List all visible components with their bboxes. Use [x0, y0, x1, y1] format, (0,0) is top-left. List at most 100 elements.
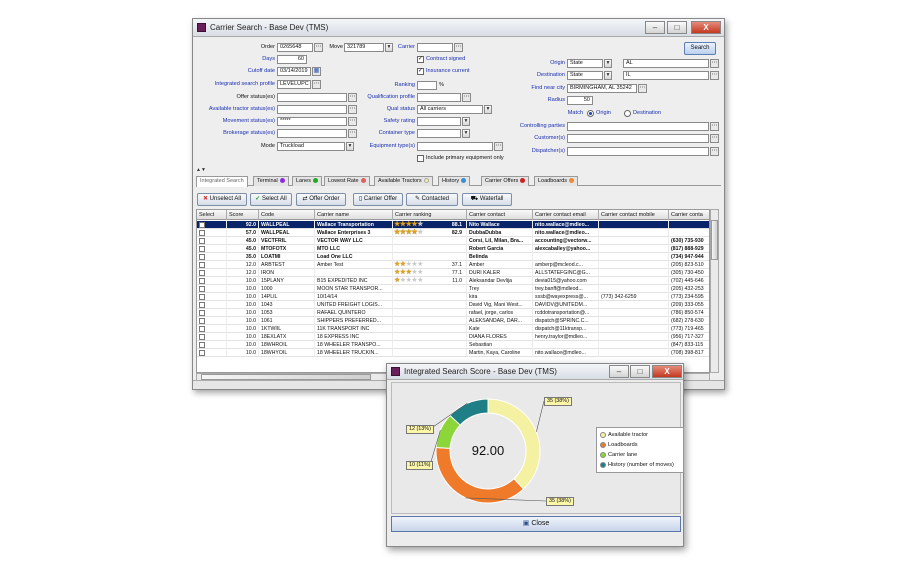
search-button[interactable]: Search [684, 42, 716, 55]
popup-minimize-button[interactable]: – [609, 365, 629, 378]
origin-type-chevron-down-icon[interactable]: ▼ [604, 59, 612, 68]
origin-picker-icon[interactable]: ⋯ [710, 59, 719, 68]
waterfall-button[interactable]: ⛟ Waterfall [462, 193, 512, 206]
profile-picker-icon[interactable]: ⋯ [312, 80, 321, 89]
match-origin-radio[interactable] [587, 110, 594, 117]
carrier-picker-icon[interactable]: ⋯ [454, 43, 463, 52]
close-window-button[interactable]: X [691, 21, 721, 34]
table-row[interactable]: 10.0 15PLANY B15 EXPEDITED INC ★★★★★ 11.0 Ale… [197, 277, 709, 285]
col-select[interactable]: Select [197, 210, 227, 220]
table-row[interactable]: 10.0 18WHYOIL 18 WHEELER TRUCKIN... Martin,… [197, 349, 709, 357]
row-select-checkbox[interactable] [199, 246, 205, 252]
tab-available-tractors[interactable]: Available Tractors [374, 176, 433, 186]
row-select-checkbox[interactable] [199, 334, 205, 340]
order-field[interactable]: 0265648 [277, 43, 313, 52]
table-row[interactable]: 45.0 MTOFOTX MTO LLC Robert Garcia alexcabal… [197, 245, 709, 253]
insurance-current-checkbox[interactable]: ✓ [417, 68, 424, 75]
row-select-checkbox[interactable] [199, 286, 205, 292]
cutoff-date-field[interactable]: 03/14/2019 [277, 67, 311, 76]
row-select-checkbox[interactable] [199, 350, 205, 356]
find-near-city-field[interactable]: BIRMINGHAM, AL 35242 [567, 84, 637, 93]
origin-type-select[interactable]: State [567, 59, 603, 68]
restore-button[interactable]: □ [667, 21, 687, 34]
grid-vertical-scrollbar[interactable] [710, 209, 719, 373]
table-row[interactable]: 12.0 ARBTEST Amber Test ★★★★★ 37.1 Amber amber… [197, 261, 709, 269]
table-row[interactable]: 57.0 WALLPEAL Wallace Enterprises 3 ★★★★★ 82… [197, 229, 709, 237]
row-select-checkbox[interactable] [199, 294, 205, 300]
qual-status-chevron-down-icon[interactable]: ▼ [484, 105, 492, 114]
row-select-checkbox[interactable] [199, 310, 205, 316]
customers-field[interactable] [567, 134, 709, 143]
tab-carrier-offers[interactable]: Carrier Offers [481, 176, 530, 186]
unselect-all-button[interactable]: ✕ Unselect All [197, 193, 247, 206]
dispatchers-field[interactable] [567, 147, 709, 156]
avail-tractor-field[interactable] [277, 105, 347, 114]
close-button[interactable]: ▣ Close [391, 516, 681, 532]
tab-terminal[interactable]: Terminal [253, 176, 289, 186]
row-select-checkbox[interactable] [199, 254, 205, 260]
col-contact-phone[interactable]: Carrier conta [669, 210, 709, 220]
days-field[interactable]: 60 [277, 55, 307, 64]
safety-rating-chevron-down-icon[interactable]: ▼ [462, 117, 470, 126]
customers-picker-icon[interactable]: ⋯ [710, 134, 719, 143]
row-select-checkbox[interactable] [199, 342, 205, 348]
safety-rating-select[interactable] [417, 117, 461, 126]
table-row[interactable]: 92.0 WALLPEAL Wallace Transportation ★★★★★ 8… [197, 221, 709, 229]
col-code[interactable]: Code [259, 210, 315, 220]
movement-status-field[interactable]: ***** [277, 117, 347, 126]
table-row[interactable]: 10.0 14PLIL 10/14/14 kira sssb@wayexpress@..… [197, 293, 709, 301]
find-near-city-picker-icon[interactable]: ⋯ [638, 84, 647, 93]
controlling-parties-field[interactable] [567, 122, 709, 131]
destination-picker-icon[interactable]: ⋯ [710, 71, 719, 80]
qual-profile-field[interactable] [417, 93, 461, 102]
container-type-chevron-down-icon[interactable]: ▼ [462, 129, 470, 138]
calendar-icon[interactable]: ▦ [312, 67, 321, 76]
container-type-select[interactable] [417, 129, 461, 138]
order-picker-icon[interactable]: ⋯ [314, 43, 323, 52]
col-score[interactable]: Score [227, 210, 259, 220]
row-select-checkbox[interactable] [199, 262, 205, 268]
table-row[interactable]: 10.0 1061 SHIPPERS PREFERRED... ALEKSANDAR,… [197, 317, 709, 325]
origin-field[interactable]: AL [623, 59, 709, 68]
controlling-parties-picker-icon[interactable]: ⋯ [710, 122, 719, 131]
row-select-checkbox[interactable] [199, 326, 205, 332]
table-row[interactable]: 45.0 VECTFRIL VECTOR WAY LLC Corsi, Lil, Mi… [197, 237, 709, 245]
popup-close-window-button[interactable]: X [652, 365, 682, 378]
contacted-button[interactable]: ✎ Contacted [406, 193, 458, 206]
col-carrier-name[interactable]: Carrier name [315, 210, 393, 220]
destination-field[interactable]: IL [623, 71, 709, 80]
primary-equipment-checkbox[interactable] [417, 155, 424, 162]
col-contact-email[interactable]: Carrier contact email [533, 210, 599, 220]
row-select-checkbox[interactable] [199, 302, 205, 308]
tab-lowest-rate[interactable]: Lowest Rate [324, 176, 370, 186]
table-row[interactable]: 10.0 1053 RAFAEL QUINTERO rafael, jorge, ca… [197, 309, 709, 317]
row-select-checkbox[interactable] [199, 318, 205, 324]
table-row[interactable]: 10.0 1KTWIIL 11K TRANSPORT INC Kate dispatch… [197, 325, 709, 333]
destination-type-select[interactable]: State [567, 71, 603, 80]
row-select-checkbox[interactable] [199, 238, 205, 244]
mode-select[interactable]: Truckload [277, 142, 345, 151]
col-carrier-contact[interactable]: Carrier contact [467, 210, 533, 220]
tab-loadboards[interactable]: Loadboards [534, 176, 579, 186]
tab-lanes[interactable]: Lanes [292, 176, 322, 186]
brokerage-status-field[interactable] [277, 129, 347, 138]
select-all-button[interactable]: ✓ Select All [250, 193, 292, 206]
offer-order-button[interactable]: ⇄ Offer Order [296, 193, 346, 206]
carrier-offer-button[interactable]: ▯ Carrier Offer [353, 193, 403, 206]
table-row[interactable]: 10.0 1043 UNITED FREIGHT LOGIS... David Vig… [197, 301, 709, 309]
offer-status-field[interactable] [277, 93, 347, 102]
table-row[interactable]: 12.0 IRON ★★★★★ 77.1 DURI KALER ALLSTATEFGINC… [197, 269, 709, 277]
destination-type-chevron-down-icon[interactable]: ▼ [604, 71, 612, 80]
popup-restore-button[interactable]: □ [630, 365, 650, 378]
collapse-toggle-icon[interactable]: ▲▼ [196, 167, 206, 173]
minimize-button[interactable]: – [645, 21, 665, 34]
row-select-checkbox[interactable] [199, 278, 205, 284]
qual-status-select[interactable]: All carriers [417, 105, 483, 114]
tab-integrated-search[interactable]: Integrated Search [196, 176, 248, 187]
radius-field[interactable]: 50 [567, 96, 593, 105]
contract-signed-checkbox[interactable]: ✓ [417, 56, 424, 63]
qual-profile-picker-icon[interactable]: ⋯ [462, 93, 471, 102]
row-select-checkbox[interactable] [199, 222, 205, 228]
table-row[interactable]: 10.0 18EXLATX 18 EXPRESS INC DIANA FLORES he… [197, 333, 709, 341]
tab-history[interactable]: History [438, 176, 471, 186]
